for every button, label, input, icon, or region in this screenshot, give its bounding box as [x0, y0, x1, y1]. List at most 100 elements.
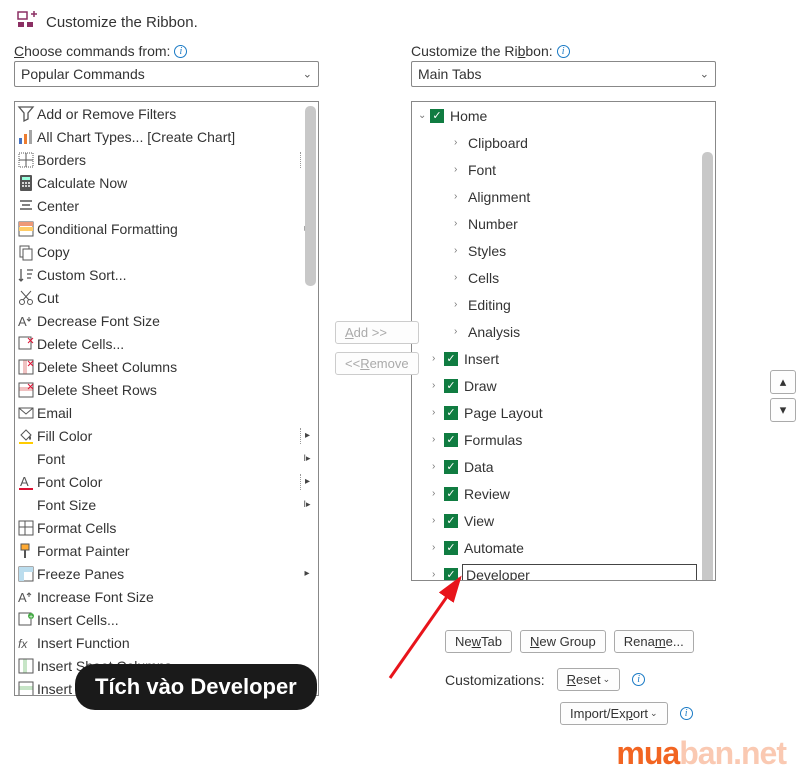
- command-item[interactable]: Copy: [15, 240, 318, 263]
- tree-group[interactable]: ›Cells: [412, 264, 715, 291]
- checkbox-icon[interactable]: ✓: [444, 460, 458, 474]
- tree-group[interactable]: ›Font: [412, 156, 715, 183]
- command-item[interactable]: Freeze Panes▸: [15, 562, 318, 585]
- chevron-down-icon[interactable]: ⌄: [418, 110, 430, 121]
- customize-ribbon-dropdown[interactable]: Main Tabs ⌄: [411, 61, 716, 87]
- tree-tab[interactable]: ›✓Formulas: [412, 426, 715, 453]
- info-icon[interactable]: i: [632, 673, 645, 686]
- command-item[interactable]: Borders▸: [15, 148, 318, 171]
- command-item[interactable]: Delete Cells...: [15, 332, 318, 355]
- sort-icon: [17, 266, 35, 284]
- command-item[interactable]: Email: [15, 401, 318, 424]
- chevron-right-icon[interactable]: ›: [454, 299, 466, 310]
- tree-group[interactable]: ›Clipboard: [412, 129, 715, 156]
- chevron-right-icon[interactable]: ›: [432, 380, 444, 391]
- tabs-treeview[interactable]: ⌄✓Home›Clipboard›Font›Alignment›Number›S…: [411, 101, 716, 581]
- command-item[interactable]: Delete Sheet Rows: [15, 378, 318, 401]
- command-item[interactable]: Delete Sheet Columns: [15, 355, 318, 378]
- tree-tab-home[interactable]: ⌄✓Home: [412, 102, 715, 129]
- chevron-right-icon[interactable]: ›: [454, 245, 466, 256]
- command-item[interactable]: Insert Cells...: [15, 608, 318, 631]
- checkbox-icon[interactable]: ✓: [430, 109, 444, 123]
- command-label: Increase Font Size: [37, 589, 154, 605]
- command-item[interactable]: Calculate Now: [15, 171, 318, 194]
- chevron-right-icon[interactable]: ›: [432, 569, 444, 580]
- chevron-right-icon[interactable]: ›: [432, 407, 444, 418]
- tree-tab[interactable]: ›✓Review: [412, 480, 715, 507]
- checkbox-icon[interactable]: ✓: [444, 352, 458, 366]
- add-button[interactable]: Add >>: [335, 321, 419, 344]
- move-up-button[interactable]: ▴: [770, 370, 796, 394]
- command-item[interactable]: Format Painter: [15, 539, 318, 562]
- command-label: Center: [37, 198, 79, 214]
- command-item[interactable]: FontI▸: [15, 447, 318, 470]
- command-item[interactable]: Center: [15, 194, 318, 217]
- checkbox-icon[interactable]: ✓: [444, 379, 458, 393]
- command-label: Email: [37, 405, 72, 421]
- scrollbar-thumb[interactable]: [305, 106, 316, 286]
- info-icon[interactable]: i: [680, 707, 693, 720]
- command-item[interactable]: Conditional Formatting▸: [15, 217, 318, 240]
- tree-group[interactable]: ›Editing: [412, 291, 715, 318]
- chevron-right-icon[interactable]: ›: [454, 191, 466, 202]
- chevron-right-icon[interactable]: ›: [454, 272, 466, 283]
- chevron-right-icon[interactable]: ›: [454, 164, 466, 175]
- info-icon[interactable]: i: [174, 45, 187, 58]
- painter-icon: [17, 542, 35, 560]
- chevron-right-icon[interactable]: ›: [454, 137, 466, 148]
- new-tab-button[interactable]: New Tab: [445, 630, 512, 653]
- chevron-right-icon[interactable]: ›: [432, 353, 444, 364]
- commands-listbox[interactable]: Add or Remove FiltersAll Chart Types... …: [14, 101, 319, 696]
- chevron-right-icon[interactable]: ›: [432, 434, 444, 445]
- remove-button[interactable]: << Remove: [335, 352, 419, 375]
- command-item[interactable]: Add or Remove Filters: [15, 102, 318, 125]
- command-item[interactable]: Font SizeI▸: [15, 493, 318, 516]
- choose-commands-dropdown[interactable]: Popular Commands ⌄: [14, 61, 319, 87]
- email-icon: [17, 404, 35, 422]
- copy-icon: [17, 243, 35, 261]
- new-group-button[interactable]: New Group: [520, 630, 606, 653]
- tree-tab[interactable]: ›✓Draw: [412, 372, 715, 399]
- command-item[interactable]: Increase Font Size: [15, 585, 318, 608]
- tree-tab[interactable]: ›✓View: [412, 507, 715, 534]
- chevron-right-icon[interactable]: ›: [432, 542, 444, 553]
- command-item[interactable]: Insert Function: [15, 631, 318, 654]
- move-down-button[interactable]: ▾: [770, 398, 796, 422]
- chevron-right-icon[interactable]: ›: [432, 488, 444, 499]
- command-item[interactable]: Font Color▸: [15, 470, 318, 493]
- tree-group[interactable]: ›Alignment: [412, 183, 715, 210]
- checkbox-icon[interactable]: ✓: [444, 514, 458, 528]
- checkbox-icon[interactable]: ✓: [444, 568, 458, 582]
- command-item[interactable]: Custom Sort...: [15, 263, 318, 286]
- chevron-right-icon[interactable]: ›: [432, 515, 444, 526]
- chevron-right-icon[interactable]: ›: [454, 326, 466, 337]
- tree-tab[interactable]: ›✓Page Layout: [412, 399, 715, 426]
- tree-tab[interactable]: ›✓Insert: [412, 345, 715, 372]
- chevron-right-icon[interactable]: ›: [432, 461, 444, 472]
- checkbox-icon[interactable]: ✓: [444, 406, 458, 420]
- fontdec-icon: [17, 312, 35, 330]
- command-item[interactable]: All Chart Types... [Create Chart]: [15, 125, 318, 148]
- command-item[interactable]: Cut: [15, 286, 318, 309]
- command-item[interactable]: Format Cells: [15, 516, 318, 539]
- command-item[interactable]: Decrease Font Size: [15, 309, 318, 332]
- chevron-down-icon: ⌄: [303, 68, 312, 81]
- scrollbar-thumb[interactable]: [702, 152, 713, 581]
- tree-group[interactable]: ›Number: [412, 210, 715, 237]
- reset-dropdown[interactable]: Reset⌄: [557, 668, 621, 691]
- expand-icon: I▸: [300, 453, 314, 464]
- info-icon[interactable]: i: [557, 45, 570, 58]
- tree-group[interactable]: ›Analysis: [412, 318, 715, 345]
- checkbox-icon[interactable]: ✓: [444, 433, 458, 447]
- checkbox-icon[interactable]: ✓: [444, 541, 458, 555]
- tree-tab[interactable]: ›✓Developer: [412, 561, 715, 581]
- command-item[interactable]: Fill Color▸: [15, 424, 318, 447]
- tree-tab[interactable]: ›✓Automate: [412, 534, 715, 561]
- tree-group[interactable]: ›Styles: [412, 237, 715, 264]
- import-export-dropdown[interactable]: Import/Export⌄: [560, 702, 668, 725]
- tree-tab[interactable]: ›✓Data: [412, 453, 715, 480]
- checkbox-icon[interactable]: ✓: [444, 487, 458, 501]
- chevron-right-icon[interactable]: ›: [454, 218, 466, 229]
- rename-button[interactable]: Rename...: [614, 630, 694, 653]
- command-label: Copy: [37, 244, 70, 260]
